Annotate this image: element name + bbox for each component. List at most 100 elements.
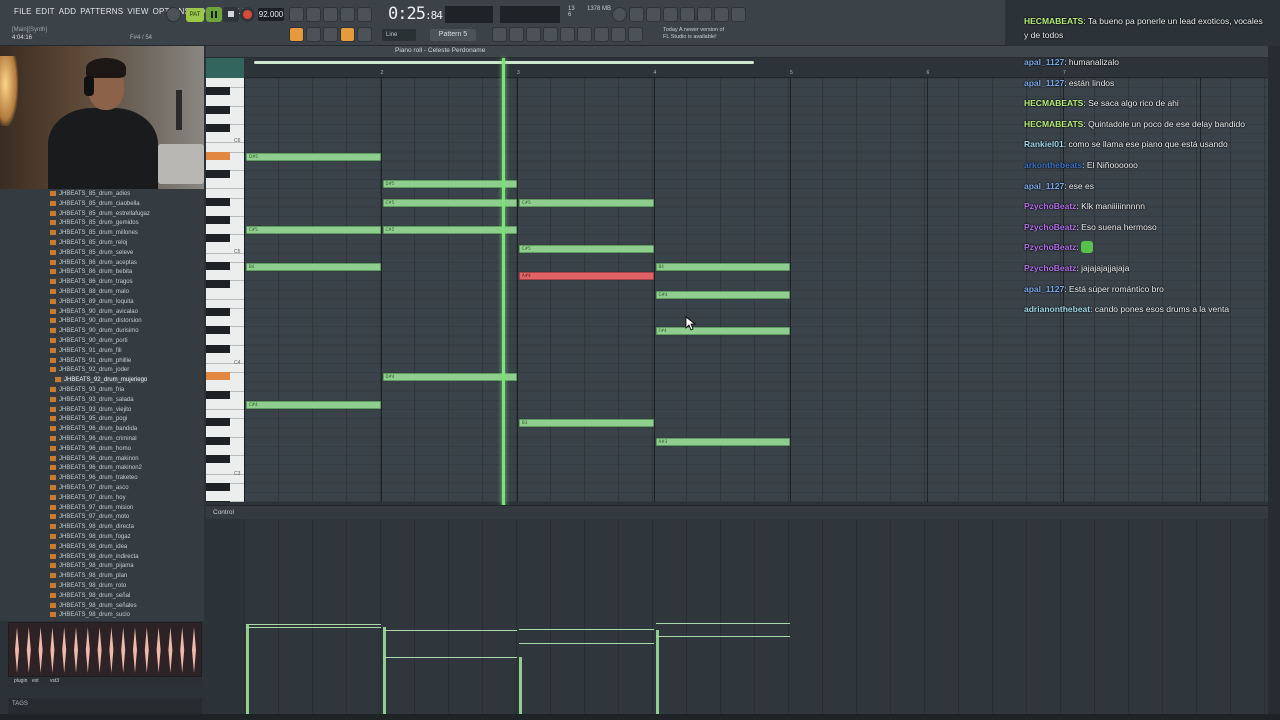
piano-black-key[interactable] xyxy=(206,455,230,464)
midi-note[interactable]: C#5 xyxy=(382,198,517,207)
mixer-icon[interactable] xyxy=(629,7,644,22)
piano-black-key[interactable] xyxy=(206,482,230,491)
midi-note[interactable]: C#5 xyxy=(246,226,381,235)
browser-item[interactable]: JHBEATS_96_drum_traketeo xyxy=(50,475,138,481)
midi-note[interactable]: F#4 xyxy=(655,327,790,336)
piano-black-key[interactable] xyxy=(206,436,230,445)
browser-item[interactable]: JHBEATS_89_drum_loquita xyxy=(50,298,134,305)
chat-username[interactable]: apal_1127 xyxy=(1024,57,1064,67)
piano-black-key[interactable] xyxy=(206,124,230,132)
browser-icon[interactable] xyxy=(560,27,575,42)
record-button[interactable] xyxy=(240,7,255,22)
piano-black-key[interactable] xyxy=(206,197,230,206)
stamp-icon[interactable] xyxy=(357,27,372,42)
help-icon[interactable] xyxy=(663,7,678,22)
arrow-right-icon[interactable] xyxy=(306,27,321,42)
chat-username[interactable]: HECMABEATS xyxy=(1024,119,1083,129)
piano-black-key[interactable] xyxy=(206,326,230,335)
browser-item[interactable]: JHBEATS_96_drum_makinon2 xyxy=(50,465,142,471)
tempo-display[interactable]: 92.000 xyxy=(258,8,284,21)
midi-note[interactable]: C#5 xyxy=(519,198,654,207)
browser-item[interactable]: JHBEATS_98_drum_señal xyxy=(50,592,130,599)
velocity-bar[interactable] xyxy=(246,623,249,714)
touch-keyboard-icon[interactable] xyxy=(594,27,609,42)
chat-username[interactable]: adrianonthebeat xyxy=(1024,304,1090,314)
channel-rack-icon[interactable] xyxy=(526,27,541,42)
tag-chip[interactable]: plugin xyxy=(14,678,27,684)
playlist-icon[interactable] xyxy=(492,27,507,42)
chat-username[interactable]: PzychoBeatz xyxy=(1024,263,1076,273)
typing-keyboard-icon[interactable] xyxy=(289,27,304,42)
metronome-button[interactable] xyxy=(289,7,304,22)
menu-file[interactable]: FILE xyxy=(12,7,34,16)
browser-item[interactable]: JHBEATS_97_drum_hoy xyxy=(50,494,126,501)
chat-username[interactable]: arkonthebeats xyxy=(1024,160,1082,170)
microphone-icon[interactable] xyxy=(646,7,661,22)
chat-username[interactable]: HECMABEATS xyxy=(1024,16,1083,26)
browser-item[interactable]: JHBEATS_85_drum_adios xyxy=(50,191,130,197)
browser-item[interactable]: JHBEATS_92_drum_mujeriego xyxy=(55,377,148,384)
piano-black-key[interactable] xyxy=(206,262,230,270)
refresh-icon[interactable] xyxy=(612,7,627,22)
browser-item[interactable]: JHBEATS_86_drum_bebita xyxy=(50,269,132,275)
piano-black-key[interactable] xyxy=(206,87,230,96)
sample-waveform-preview[interactable] xyxy=(8,622,202,677)
blend-notes-button[interactable] xyxy=(340,7,355,22)
browser-item[interactable]: JHBEATS_98_drum_sucio xyxy=(50,612,130,618)
velocity-bar[interactable] xyxy=(382,626,386,714)
browser-item[interactable]: JHBEATS_95_drum_pogi xyxy=(50,416,127,422)
browser-item[interactable]: JHBEATS_98_drum_señales xyxy=(50,602,137,609)
stop-button[interactable] xyxy=(223,7,239,22)
midi-note[interactable]: A#3 xyxy=(655,437,790,446)
piano-black-key[interactable] xyxy=(206,280,230,289)
chat-username[interactable]: HECMABEATS xyxy=(1024,98,1083,108)
browser-item[interactable]: JHBEATS_93_drum_fria xyxy=(50,387,124,393)
browser-item[interactable]: JHBEATS_98_drum_plan xyxy=(50,573,127,579)
control-label[interactable]: Control xyxy=(213,509,234,516)
countdown-button[interactable] xyxy=(323,7,338,22)
browser-item[interactable]: JHBEATS_98_drum_idea xyxy=(50,543,127,550)
snap-selector[interactable]: Line xyxy=(382,29,416,41)
piano-black-key[interactable] xyxy=(206,234,230,243)
browser-item[interactable]: JHBEATS_96_drum_criminal xyxy=(50,436,137,442)
browser-item[interactable]: JHBEATS_90_drum_porti xyxy=(50,338,128,344)
tags-panel[interactable]: TAGS xyxy=(8,698,202,714)
piano-black-key[interactable] xyxy=(206,418,230,427)
chat-username[interactable]: Rankiel01 xyxy=(1024,139,1064,149)
piano-black-key[interactable] xyxy=(206,170,230,178)
download-icon[interactable] xyxy=(680,7,695,22)
plugin-icon[interactable] xyxy=(731,7,746,22)
tag-chip[interactable]: ext xyxy=(32,678,39,684)
browser-item[interactable]: JHBEATS_86_drum_tragos xyxy=(50,279,133,285)
velocity-bar[interactable] xyxy=(655,630,659,714)
midi-note[interactable]: B4 xyxy=(246,263,381,271)
browser-item[interactable]: JHBEATS_85_drum_millones xyxy=(50,230,138,236)
browser-item[interactable]: JHBEATS_90_drum_distorsion xyxy=(50,318,142,324)
browser-item[interactable]: JHBEATS_88_drum_malo xyxy=(50,289,129,295)
browser-item[interactable]: JHBEATS_85_drum_reloj xyxy=(50,240,127,246)
midi-note[interactable]: C#4 xyxy=(246,401,381,409)
vertical-scrollbar[interactable] xyxy=(1268,46,1280,714)
midi-note[interactable]: D#4 xyxy=(382,373,517,382)
plugin-picker-icon[interactable] xyxy=(577,27,592,42)
browser-item[interactable]: JHBEATS_97_drum_mision xyxy=(50,504,133,511)
browser-item[interactable]: JHBEATS_92_drum_joder xyxy=(50,367,129,373)
menu-add[interactable]: ADD xyxy=(57,7,79,16)
piano-black-key[interactable] xyxy=(206,372,230,381)
velocity-lane[interactable] xyxy=(244,519,1268,714)
piano-keyboard[interactable]: C6 C5 C4 C3 xyxy=(206,78,244,502)
wait-input-button[interactable] xyxy=(306,7,321,22)
piano-black-key[interactable] xyxy=(206,390,230,399)
browser-item[interactable]: JHBEATS_96_drum_makinon xyxy=(50,455,139,462)
chat-username[interactable]: PzychoBeatz xyxy=(1024,201,1076,211)
piano-roll-title[interactable]: Piano roll - Celeste Perdoname xyxy=(395,47,485,54)
browser-item[interactable]: JHBEATS_93_drum_viejito xyxy=(50,406,131,413)
piano-black-key[interactable] xyxy=(206,105,230,114)
browser-item[interactable]: JHBEATS_85_drum_gemidos xyxy=(50,220,139,226)
browser-item[interactable]: JHBEATS_91_drum_fili xyxy=(50,347,122,354)
selected-note[interactable]: A#4 xyxy=(519,272,654,281)
news-panel[interactable]: Today A newer version of FL Studio is ava… xyxy=(663,27,724,40)
browser-item[interactable]: JHBEATS_86_drum_aceptas xyxy=(50,259,137,266)
menu-view[interactable]: VIEW xyxy=(125,7,150,16)
browser-item[interactable]: JHBEATS_91_drum_phillie xyxy=(50,357,131,364)
